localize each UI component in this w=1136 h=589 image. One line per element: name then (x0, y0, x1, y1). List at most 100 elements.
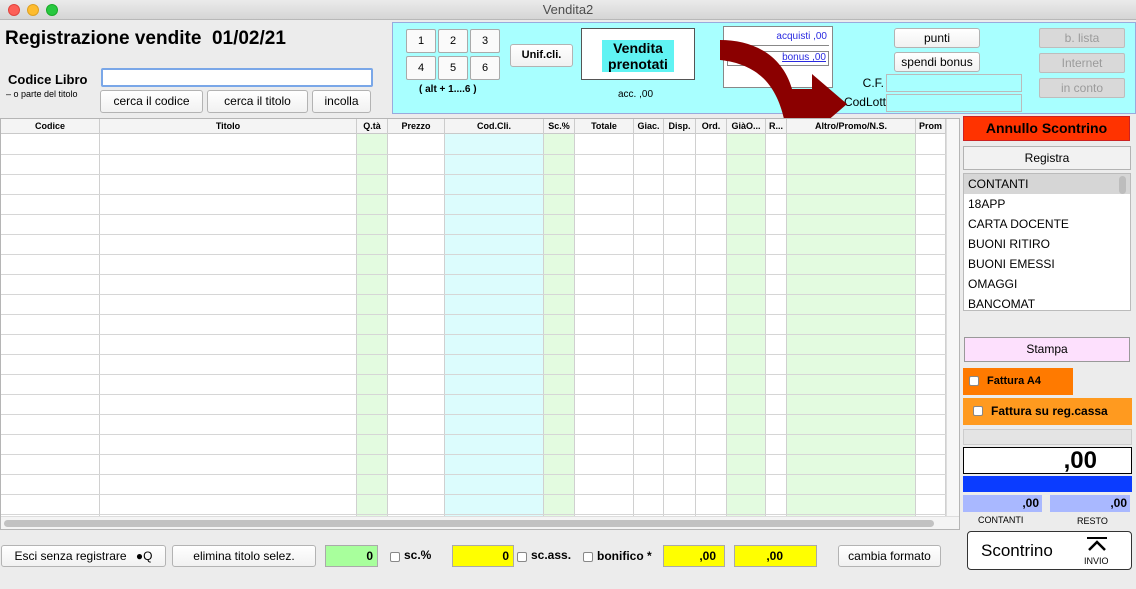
col-header-r[interactable]: R... (766, 119, 787, 134)
table-row[interactable] (1, 414, 946, 415)
payment-method-list[interactable]: CONTANTI 18APP CARTA DOCENTE BUONI RITIR… (963, 173, 1131, 311)
table-row[interactable] (1, 374, 946, 375)
incolla-button[interactable]: incolla (312, 90, 371, 113)
resto-value: ,00 (1050, 495, 1130, 512)
col-header-prezzo[interactable]: Prezzo (388, 119, 445, 134)
table-row[interactable] (1, 234, 946, 235)
col-header-altro[interactable]: Altro/Promo/N.S. (787, 119, 916, 134)
col-header-sc[interactable]: Sc.% (544, 119, 575, 134)
fattura-reg-cassa-option[interactable]: Fattura su reg.cassa (963, 398, 1132, 425)
scontrino-label: Scontrino (981, 541, 1053, 560)
cambia-formato-button[interactable]: cambia formato (838, 545, 941, 567)
col-header-totale[interactable]: Totale (575, 119, 634, 134)
codlott-input[interactable] (886, 94, 1022, 112)
col-prom (916, 134, 946, 516)
table-row[interactable] (1, 274, 946, 275)
elimina-titolo-button[interactable]: elimina titolo selez. (172, 545, 316, 567)
col-header-ord[interactable]: Ord. (696, 119, 727, 134)
table-row[interactable] (1, 354, 946, 355)
page-title-text: Registrazione vendite (5, 28, 202, 49)
payment-item-bancomat[interactable]: BANCOMAT (964, 294, 1130, 310)
col-header-prom[interactable]: Prom (916, 119, 946, 134)
payment-item-18app[interactable]: 18APP (964, 194, 1130, 214)
num-button-3[interactable]: 3 (470, 29, 500, 53)
enter-key-icon (1087, 537, 1107, 551)
num-button-4[interactable]: 4 (406, 56, 436, 80)
table-row[interactable] (1, 474, 946, 475)
spendi-bonus-button[interactable]: spendi bonus (894, 52, 980, 72)
annullo-scontrino-button[interactable]: Annullo Scontrino (963, 116, 1130, 141)
sales-table[interactable]: Codice Titolo Q.tà Prezzo Cod.Cli. Sc.% … (0, 118, 960, 530)
table-row[interactable] (1, 194, 946, 195)
fattura-a4-option[interactable]: Fattura A4 (963, 368, 1073, 395)
sc-pct-checkbox[interactable] (390, 552, 400, 562)
stampa-button[interactable]: Stampa (964, 337, 1130, 362)
fattura-reg-cassa-checkbox[interactable] (973, 406, 983, 416)
col-r (766, 134, 787, 516)
unif-cli-button[interactable]: Unif.cli. (510, 44, 573, 67)
table-row[interactable] (1, 254, 946, 255)
num-button-1[interactable]: 1 (406, 29, 436, 53)
fattura-a4-checkbox[interactable] (969, 376, 979, 386)
table-row[interactable] (1, 394, 946, 395)
sc-pct-label: sc.% (404, 548, 432, 562)
col-header-codice[interactable]: Codice (1, 119, 100, 134)
in-conto-button[interactable]: in conto (1039, 78, 1125, 98)
col-header-titolo[interactable]: Titolo (100, 119, 357, 134)
vertical-scrollbar[interactable] (946, 119, 959, 516)
col-header-giac[interactable]: Giac. (634, 119, 664, 134)
table-row[interactable] (1, 334, 946, 335)
cerca-codice-button[interactable]: cerca il codice (100, 90, 203, 113)
table-row[interactable] (1, 514, 946, 515)
horizontal-scroll-thumb[interactable] (4, 520, 934, 527)
esci-senza-registrare-button[interactable]: Esci senza registrare ●Q (1, 545, 166, 567)
cerca-titolo-button[interactable]: cerca il titolo (207, 90, 308, 113)
col-giao (727, 134, 766, 516)
table-row[interactable] (1, 434, 946, 435)
sc-ass-checkbox[interactable] (517, 552, 527, 562)
horizontal-scrollbar[interactable] (1, 516, 959, 529)
col-header-qta[interactable]: Q.tà (357, 119, 388, 134)
payment-item-carta-docente[interactable]: CARTA DOCENTE (964, 214, 1130, 234)
vendita-prenotati-button[interactable]: Vendita prenotati (581, 28, 695, 80)
b-lista-button[interactable]: b. lista (1039, 28, 1125, 48)
scontrino-button[interactable]: Scontrino INVIO (967, 531, 1132, 570)
vendita-prenotati-label: Vendita prenotati (602, 40, 674, 72)
total-display: ,00 (963, 447, 1132, 474)
col-codice (1, 134, 100, 516)
col-header-codcli[interactable]: Cod.Cli. (445, 119, 544, 134)
table-row[interactable] (1, 454, 946, 455)
table-row[interactable] (1, 294, 946, 295)
num-button-2[interactable]: 2 (438, 29, 468, 53)
payment-item-omaggi[interactable]: OMAGGI (964, 274, 1130, 294)
zoom-window-icon[interactable] (46, 4, 58, 16)
cf-input[interactable] (886, 74, 1022, 92)
col-header-giao[interactable]: GiàO... (727, 119, 766, 134)
table-row[interactable] (1, 314, 946, 315)
col-disp (664, 134, 696, 516)
payment-item-contanti[interactable]: CONTANTI (964, 174, 1130, 194)
payment-list-scrollbar[interactable] (1119, 176, 1126, 194)
num-button-6[interactable]: 6 (470, 56, 500, 80)
blue-status-bar (963, 476, 1132, 492)
minimize-window-icon[interactable] (27, 4, 39, 16)
close-window-icon[interactable] (8, 4, 20, 16)
table-row[interactable] (1, 494, 946, 495)
registra-button[interactable]: Registra (963, 146, 1131, 170)
fattura-a4-label: Fattura A4 (987, 375, 1041, 387)
payment-item-buoni-ritiro[interactable]: BUONI RITIRO (964, 234, 1130, 254)
col-header-disp[interactable]: Disp. (664, 119, 696, 134)
bonifico-checkbox[interactable] (583, 552, 593, 562)
codice-libro-input[interactable] (101, 68, 373, 87)
table-row[interactable] (1, 174, 946, 175)
col-titolo (100, 134, 357, 516)
num-button-5[interactable]: 5 (438, 56, 468, 80)
payment-item-buoni-emessi[interactable]: BUONI EMESSI (964, 254, 1130, 274)
resto-label: RESTO (1077, 516, 1108, 526)
internet-button[interactable]: Internet (1039, 53, 1125, 73)
acconto-value: acc. ,00 (618, 89, 654, 100)
table-row[interactable] (1, 214, 946, 215)
punti-button[interactable]: punti (894, 28, 980, 48)
table-row[interactable] (1, 154, 946, 155)
window-title-bar: Vendita2 (0, 0, 1136, 20)
